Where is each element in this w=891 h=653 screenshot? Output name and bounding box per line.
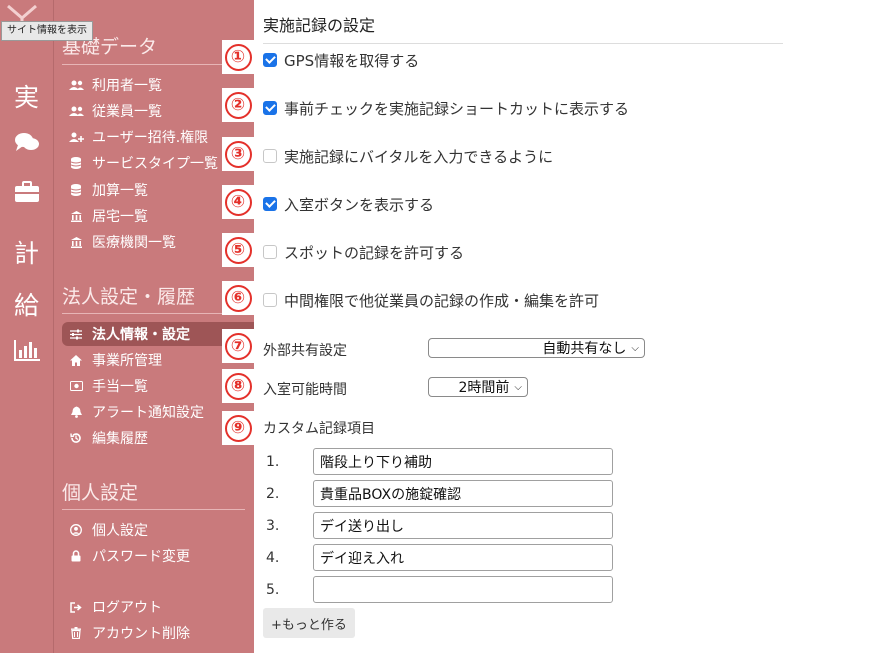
number-badge-4: ④	[222, 185, 254, 219]
external-share-select[interactable]: 自動共有なし ⌵	[428, 338, 645, 358]
nav-item-label: 居宅一覧	[92, 209, 148, 225]
nav-item-label: ユーザー招待.権限	[92, 130, 209, 146]
bar-chart-icon[interactable]	[0, 338, 53, 368]
setting-spot-record[interactable]: スポットの記録を許可する	[263, 241, 464, 263]
rail-jitsu-link[interactable]: 実	[0, 78, 53, 114]
title-divider	[263, 43, 783, 44]
nav-item-label: 利用者一覧	[92, 78, 162, 94]
custom-item-input-4[interactable]: デイ迎え入れ	[313, 544, 613, 571]
nav-item-label: 手当一覧	[92, 379, 148, 395]
setting-label: 事前チェックを実施記録ショートカットに表示する	[284, 99, 630, 118]
section-title-corp: 法人設定・履歴	[62, 286, 196, 308]
history-icon	[68, 432, 84, 444]
entry-time-label: 入室可能時間	[263, 382, 347, 398]
nav-item-label: サービスタイプ一覧	[92, 156, 218, 172]
precheck-shortcut-checkbox[interactable]	[263, 101, 277, 115]
sign-out-icon	[68, 601, 84, 613]
setting-label: 入室ボタンを表示する	[284, 195, 435, 214]
setting-vital-input[interactable]: 実施記録にバイタルを入力できるように	[263, 145, 553, 167]
nav-item-label: 編集履歴	[92, 431, 148, 447]
trash-icon	[68, 627, 84, 639]
nav-item-label: 加算一覧	[92, 183, 148, 199]
section-title-personal: 個人設定	[62, 482, 139, 504]
vital-input-checkbox[interactable]	[263, 149, 277, 163]
setting-entry-button[interactable]: 入室ボタンを表示する	[263, 193, 434, 215]
setting-label: 実施記録にバイタルを入力できるように	[284, 147, 554, 166]
number-badge-9: ⑨	[222, 411, 254, 445]
custom-item-number: 1.	[266, 454, 280, 470]
nav-item-password-change[interactable]: パスワード変更	[62, 544, 254, 568]
rail-kyu-link[interactable]: 給	[0, 286, 53, 322]
custom-item-input-5[interactable]	[313, 576, 613, 603]
intermediate-permission-checkbox[interactable]	[263, 293, 277, 307]
money-icon	[68, 381, 84, 391]
setting-label: 中間権限で他従業員の記録の作成・編集を許可	[284, 291, 600, 310]
bank-icon	[68, 236, 84, 248]
number-badge-3: ③	[222, 137, 254, 171]
site-info-tooltip: サイト情報を表示	[1, 21, 93, 41]
database-icon	[68, 157, 84, 169]
custom-item-input-3[interactable]: デイ送り出し	[313, 512, 613, 539]
number-badge-2: ②	[222, 88, 254, 122]
custom-items-title: カスタム記録項目	[263, 421, 375, 437]
bank-icon	[68, 210, 84, 222]
number-badge-6: ⑥	[222, 281, 254, 315]
custom-item-input-1[interactable]: 階段上り下り補助	[313, 448, 613, 475]
user-plus-icon	[68, 132, 84, 143]
icon-rail: 実 計 給	[0, 0, 54, 653]
divider	[62, 313, 245, 314]
setting-intermediate-permission[interactable]: 中間権限で他従業員の記録の作成・編集を許可	[263, 289, 599, 311]
nav-item-label: 従業員一覧	[92, 104, 162, 120]
users-icon	[68, 106, 84, 117]
nav-item-label: パスワード変更	[92, 549, 190, 565]
users-icon	[68, 80, 84, 91]
nav-item-logout[interactable]: ログアウト	[62, 595, 254, 619]
number-badge-7: ⑦	[222, 329, 254, 363]
nav-item-label: 事業所管理	[92, 353, 162, 369]
chevron-down-icon: ⌵	[631, 342, 639, 354]
add-more-button[interactable]: +もっと作る	[263, 608, 355, 638]
setting-gps[interactable]: GPS情報を取得する	[263, 49, 419, 71]
setting-precheck-shortcut[interactable]: 事前チェックを実施記録ショートカットに表示する	[263, 97, 629, 119]
nav-item-label: 法人情報・設定	[92, 327, 190, 343]
setting-label: GPS情報を取得する	[284, 51, 420, 70]
custom-item-number: 2.	[266, 486, 280, 502]
divider	[62, 64, 245, 65]
nav-item-label: 個人設定	[92, 523, 148, 539]
page-title: 実施記録の設定	[263, 16, 376, 35]
chevron-down-icon: ⌵	[514, 381, 522, 393]
home-icon	[68, 354, 84, 366]
custom-item-number: 5.	[266, 582, 280, 598]
nav-item-label: アカウント削除	[92, 626, 190, 642]
nav-item-label: 医療機関一覧	[92, 235, 176, 251]
user-circle-icon	[68, 524, 84, 536]
entry-time-select[interactable]: 2時間前 ⌵	[428, 377, 528, 397]
number-badge-8: ⑧	[222, 369, 254, 403]
nav-item-label: ログアウト	[92, 600, 162, 616]
divider	[62, 509, 245, 510]
bell-icon	[68, 406, 84, 418]
number-badge-1: ①	[222, 40, 254, 74]
setting-label: スポットの記録を許可する	[284, 243, 465, 262]
rail-kei-link[interactable]: 計	[0, 234, 53, 270]
spot-record-checkbox[interactable]	[263, 245, 277, 259]
number-badge-5: ⑤	[222, 233, 254, 267]
database-icon	[68, 184, 84, 196]
sliders-icon	[68, 329, 84, 340]
select-value: 自動共有なし	[542, 341, 627, 357]
gps-checkbox[interactable]	[263, 53, 277, 67]
custom-item-number: 3.	[266, 518, 280, 534]
external-share-label: 外部共有設定	[263, 343, 347, 359]
nav-item-label: アラート通知設定	[92, 405, 204, 421]
nav-item-delete-account[interactable]: アカウント削除	[62, 621, 254, 645]
nav-item-personal-settings[interactable]: 個人設定	[62, 518, 254, 542]
briefcase-icon[interactable]	[0, 180, 53, 209]
lock-icon	[68, 550, 84, 562]
select-value: 2時間前	[458, 380, 510, 396]
chat-icon[interactable]	[0, 130, 53, 159]
custom-item-number: 4.	[266, 550, 280, 566]
entry-button-checkbox[interactable]	[263, 197, 277, 211]
custom-item-input-2[interactable]: 貴重品BOXの施錠確認	[313, 480, 613, 507]
